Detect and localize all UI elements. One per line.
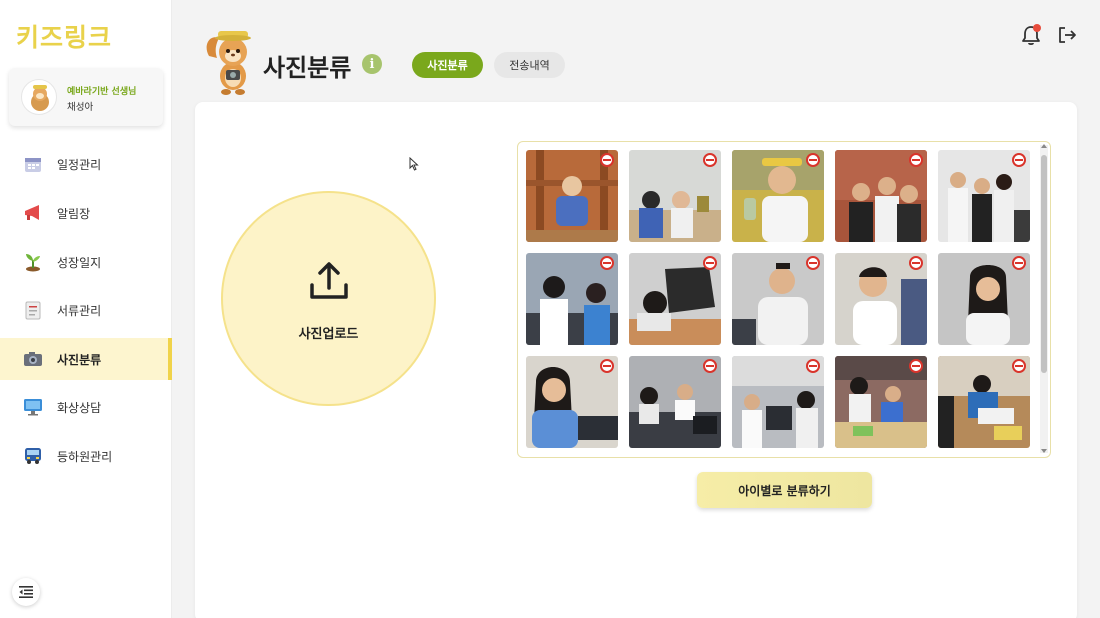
upload-dropzone[interactable]: 사진업로드 [221, 191, 436, 406]
sidebar-item-label: 성장일지 [57, 255, 102, 270]
photo-thumbnail[interactable] [732, 150, 824, 242]
sidebar-item-attendance[interactable]: 등하원관리 [0, 435, 172, 477]
profile-card[interactable]: 예바라기반 선생님 채성아 [9, 68, 163, 126]
photo-thumbnail[interactable] [629, 253, 721, 345]
photo-thumbnail[interactable] [938, 356, 1030, 448]
tab-photo-classify[interactable]: 사진분류 [412, 52, 483, 78]
photo-thumbnail[interactable] [732, 253, 824, 345]
monitor-icon [23, 397, 43, 417]
sidebar-item-label: 일정관리 [57, 157, 102, 172]
grid-scrollbar-thumb[interactable] [1041, 155, 1047, 373]
remove-photo-icon[interactable] [909, 153, 923, 167]
photo-thumbnail[interactable] [835, 150, 927, 242]
calendar-icon [23, 154, 43, 174]
avatar [21, 79, 57, 115]
camera-icon [23, 349, 43, 369]
remove-photo-icon[interactable] [600, 256, 614, 270]
sidebar-item-label: 서류관리 [57, 303, 102, 318]
remove-photo-icon[interactable] [806, 256, 820, 270]
sidebar-item-label: 등하원관리 [57, 449, 113, 464]
photo-grid[interactable] [517, 141, 1051, 458]
photo-thumbnail[interactable] [732, 356, 824, 448]
remove-photo-icon[interactable] [1012, 256, 1026, 270]
profile-class: 예바라기반 선생님 [67, 87, 137, 97]
photo-thumbnail[interactable] [629, 356, 721, 448]
profile-name: 채성아 [67, 102, 94, 113]
sidebar-item-label: 알림장 [57, 206, 91, 221]
mouse-cursor-icon [409, 156, 419, 171]
sidebar-item-documents[interactable]: 서류관리 [0, 289, 172, 331]
sidebar: 키즈링크 예바라기반 선생님 채성아 일정관리 알림장 성장일지 서류관리 사진… [0, 0, 172, 618]
remove-photo-icon[interactable] [600, 153, 614, 167]
logout-icon[interactable] [1056, 24, 1078, 46]
remove-photo-icon[interactable] [1012, 153, 1026, 167]
app-logo[interactable]: 키즈링크 [16, 18, 112, 54]
photo-thumbnail[interactable] [526, 150, 618, 242]
page-title: 사진분류 [263, 54, 352, 82]
bus-icon [23, 446, 43, 466]
photo-thumbnail[interactable] [629, 150, 721, 242]
mascot-image [205, 26, 255, 96]
info-icon[interactable]: i [362, 54, 382, 74]
megaphone-icon [23, 203, 43, 223]
photo-thumbnail[interactable] [526, 356, 618, 448]
photo-thumbnail[interactable] [938, 150, 1030, 242]
sidebar-item-schedule[interactable]: 일정관리 [0, 143, 172, 185]
sidebar-collapse-button[interactable] [12, 578, 40, 606]
sidebar-item-video-consult[interactable]: 화상상담 [0, 386, 172, 428]
remove-photo-icon[interactable] [909, 359, 923, 373]
remove-photo-icon[interactable] [600, 359, 614, 373]
remove-photo-icon[interactable] [909, 256, 923, 270]
remove-photo-icon[interactable] [1012, 359, 1026, 373]
scroll-up-icon[interactable] [1041, 144, 1047, 148]
remove-photo-icon[interactable] [703, 256, 717, 270]
tab-send-history[interactable]: 전송내역 [494, 52, 565, 78]
remove-photo-icon[interactable] [703, 153, 717, 167]
sidebar-item-label: 사진분류 [57, 352, 102, 367]
classify-by-child-button[interactable]: 아이별로 분류하기 [697, 472, 872, 508]
sidebar-item-notice[interactable]: 알림장 [0, 192, 172, 234]
sprout-icon [23, 252, 43, 272]
photo-thumbnail[interactable] [938, 253, 1030, 345]
photo-thumbnail[interactable] [835, 253, 927, 345]
document-icon [23, 300, 43, 320]
upload-label: 사진업로드 [298, 327, 359, 342]
sidebar-item-label: 화상상담 [57, 400, 102, 415]
sidebar-item-growth[interactable]: 성장일지 [0, 241, 172, 283]
photo-thumbnail[interactable] [835, 356, 927, 448]
menu-collapse-icon [19, 586, 33, 598]
notification-badge [1033, 24, 1041, 32]
remove-photo-icon[interactable] [806, 359, 820, 373]
scroll-down-icon[interactable] [1041, 449, 1047, 453]
photo-thumbnail[interactable] [526, 253, 618, 345]
sidebar-item-photo-classify[interactable]: 사진분류 [0, 338, 172, 380]
remove-photo-icon[interactable] [806, 153, 820, 167]
upload-icon [307, 259, 351, 303]
remove-photo-icon[interactable] [703, 359, 717, 373]
